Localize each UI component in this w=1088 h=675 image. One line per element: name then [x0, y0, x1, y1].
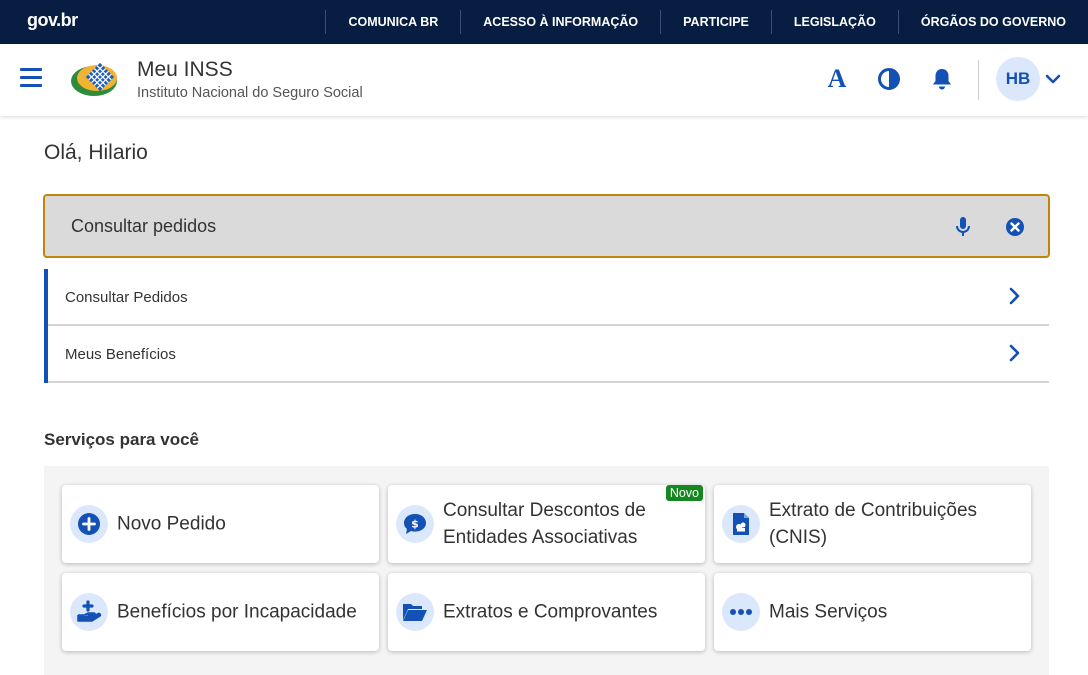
- service-card-mais-servicos[interactable]: Mais Serviços: [714, 573, 1031, 651]
- font-size-icon[interactable]: A: [824, 66, 850, 92]
- govbr-link-participe[interactable]: PARTICIPE: [661, 15, 771, 29]
- chevron-down-icon[interactable]: [1044, 70, 1062, 88]
- services-title: Serviços para você: [44, 430, 199, 449]
- search-input[interactable]: [71, 196, 931, 256]
- govbr-link-legislacao[interactable]: LEGISLAÇÃO: [772, 15, 898, 29]
- service-card-label: Extrato de Contribuições (CNIS): [769, 500, 978, 548]
- service-card-label: Novo Pedido: [117, 513, 226, 535]
- clear-icon[interactable]: [1005, 217, 1025, 237]
- govbr-link-orgaos[interactable]: ÓRGÃOS DO GOVERNO: [899, 15, 1088, 29]
- greeting: Olá, Hilario: [44, 141, 148, 164]
- govbr-links: COMUNICA BR ACESSO À INFORMAÇÃO PARTICIP…: [325, 0, 1088, 44]
- divider: [978, 60, 979, 100]
- result-label: Meus Benefícios: [65, 346, 176, 363]
- microphone-icon[interactable]: [953, 216, 973, 238]
- menu-bar: [20, 76, 42, 79]
- inss-logo-icon[interactable]: [70, 59, 120, 99]
- search-box: [43, 194, 1050, 258]
- folder-open-icon: [396, 593, 434, 631]
- avatar[interactable]: HB: [996, 57, 1040, 101]
- contrast-icon[interactable]: [876, 66, 902, 92]
- menu-bar: [20, 84, 42, 87]
- result-label: Consultar Pedidos: [65, 289, 188, 306]
- new-badge: Novo: [665, 485, 703, 501]
- more-dots-icon: [722, 593, 760, 631]
- app-subtitle: Instituto Nacional do Seguro Social: [137, 85, 363, 101]
- app-header: Meu INSS Instituto Nacional do Seguro So…: [0, 44, 1088, 116]
- service-card-novo-pedido[interactable]: Novo Pedido: [62, 485, 379, 563]
- govbr-link-acesso[interactable]: ACESSO À INFORMAÇÃO: [461, 15, 660, 29]
- service-card-label: Benefícios por Incapacidade: [117, 601, 357, 623]
- service-card-label: Consultar Descontos de Entidades Associa…: [443, 500, 646, 548]
- chevron-right-icon: [1009, 287, 1020, 305]
- money-chat-icon: $: [396, 505, 434, 543]
- search-results: Consultar Pedidos Meus Benefícios: [44, 269, 1049, 383]
- app-title: Meu INSS: [137, 58, 233, 81]
- result-item-consultar-pedidos[interactable]: Consultar Pedidos: [48, 269, 1049, 326]
- svg-text:$: $: [411, 518, 419, 531]
- document-icon: [722, 505, 760, 543]
- service-card-label: Mais Serviços: [769, 601, 888, 623]
- menu-icon[interactable]: [20, 68, 42, 88]
- services-panel: Novo Pedido $ Consultar Descontos de Ent…: [44, 466, 1049, 675]
- menu-bar: [20, 68, 42, 71]
- hand-plus-icon: [70, 593, 108, 631]
- govbr-bar: gov.br COMUNICA BR ACESSO À INFORMAÇÃO P…: [0, 0, 1088, 44]
- govbr-link-comunica[interactable]: COMUNICA BR: [326, 15, 460, 29]
- service-card-extratos-comprovantes[interactable]: Extratos e Comprovantes: [388, 573, 705, 651]
- service-card-label: Extratos e Comprovantes: [443, 601, 658, 623]
- govbr-logo[interactable]: gov.br: [27, 10, 78, 31]
- service-card-consultar-descontos[interactable]: $ Consultar Descontos de Entidades Assoc…: [388, 485, 705, 563]
- bell-icon[interactable]: [929, 66, 955, 92]
- plus-circle-icon: [70, 505, 108, 543]
- result-item-meus-beneficios[interactable]: Meus Benefícios: [48, 326, 1049, 383]
- service-card-extrato-cnis[interactable]: Extrato de Contribuições (CNIS): [714, 485, 1031, 563]
- service-card-beneficios-incapacidade[interactable]: Benefícios por Incapacidade: [62, 573, 379, 651]
- chevron-right-icon: [1009, 344, 1020, 362]
